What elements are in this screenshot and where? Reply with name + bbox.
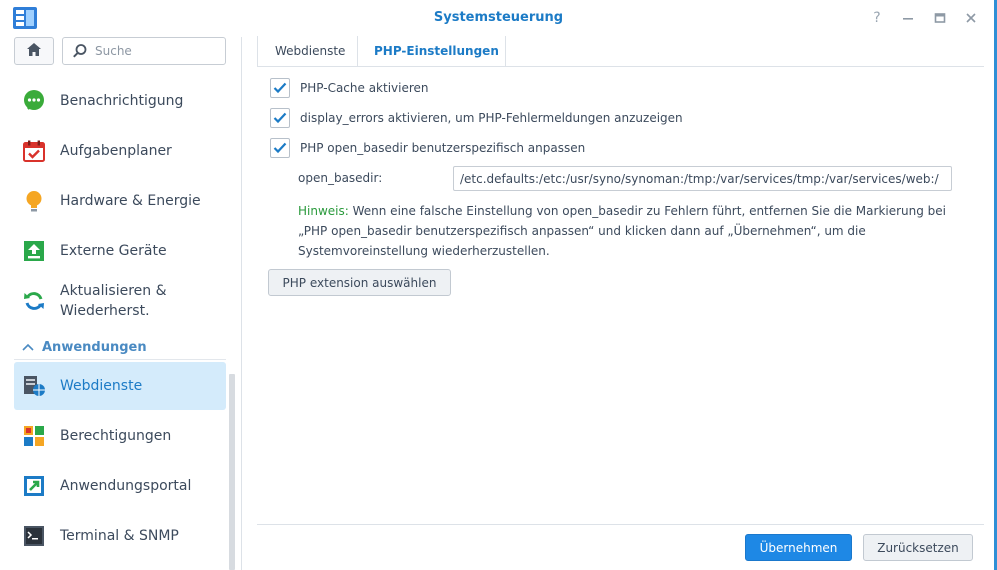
refresh-icon — [22, 289, 46, 313]
footer-divider — [257, 524, 984, 525]
checkmark-icon — [273, 112, 287, 124]
apply-button[interactable]: Übernehmen — [745, 534, 852, 561]
section-header-applications[interactable]: Anwendungen — [14, 335, 226, 360]
sidebar-item-permissions[interactable]: Berechtigungen — [14, 412, 226, 460]
window-title: Systemsteuerung — [433, 10, 564, 25]
hint-label: Hinweis: — [298, 204, 349, 218]
sidebar-item-task-scheduler[interactable]: Aufgabenplaner — [14, 127, 226, 175]
tab-divider — [505, 36, 506, 66]
lightbulb-icon — [22, 189, 46, 213]
permissions-icon — [22, 424, 46, 448]
checkmark-icon — [273, 82, 287, 94]
tab-php-settings[interactable]: PHP-Einstellungen — [374, 36, 499, 66]
sidebar-item-label: Aufgabenplaner — [60, 143, 172, 159]
sidebar-item-label: Externe Geräte — [60, 243, 167, 259]
web-services-icon — [22, 374, 46, 398]
home-icon — [26, 42, 42, 61]
portal-arrow-icon — [22, 474, 46, 498]
tab-divider — [357, 36, 358, 66]
tab-bar: Webdienste PHP-Einstellungen — [257, 36, 984, 67]
sidebar-item-label: Anwendungsportal — [60, 478, 192, 494]
home-button[interactable] — [14, 37, 54, 65]
open-basedir-input[interactable] — [453, 166, 952, 191]
display-errors-checkbox[interactable] — [270, 108, 290, 128]
sidebar-item-notification[interactable]: Benachrichtigung — [14, 77, 226, 125]
tab-webdienste[interactable]: Webdienste — [275, 36, 345, 66]
open-basedir-checkbox[interactable] — [270, 138, 290, 158]
minimize-icon[interactable] — [897, 7, 919, 29]
php-cache-label: PHP-Cache aktivieren — [300, 81, 429, 95]
search-input[interactable] — [93, 41, 222, 61]
sidebar-scrollbar[interactable] — [229, 374, 235, 570]
sidebar-item-label: Aktualisieren & Wiederherst. — [60, 283, 167, 319]
php-cache-checkbox[interactable] — [270, 78, 290, 98]
terminal-icon — [22, 524, 46, 548]
help-icon[interactable]: ? — [866, 7, 888, 29]
title-bar: Systemsteuerung ? — [0, 0, 997, 37]
hint-text: Hinweis: Wenn eine falsche Einstellung v… — [298, 201, 958, 261]
display-errors-label: display_errors aktivieren, um PHP-Fehler… — [300, 111, 683, 125]
sidebar-item-label: Berechtigungen — [60, 428, 172, 444]
sidebar-item-hardware-energy[interactable]: Hardware & Energie — [14, 177, 226, 225]
chat-bubble-icon — [22, 89, 46, 113]
chevron-up-icon — [22, 343, 34, 351]
search-icon — [72, 43, 88, 63]
php-cache-option[interactable]: PHP-Cache aktivieren — [270, 78, 429, 98]
php-extension-button[interactable]: PHP extension auswählen — [268, 269, 451, 296]
reset-button[interactable]: Zurücksetzen — [863, 534, 973, 561]
display-errors-option[interactable]: display_errors aktivieren, um PHP-Fehler… — [270, 108, 683, 128]
sidebar: Benachrichtigung Aufgabenplaner Hardware… — [0, 37, 242, 570]
maximize-icon[interactable] — [929, 7, 951, 29]
open-basedir-option[interactable]: PHP open_basedir benutzerspezifisch anpa… — [270, 138, 585, 158]
calendar-check-icon — [22, 139, 46, 163]
sidebar-item-update-restore[interactable]: Aktualisieren & Wiederherst. — [14, 277, 226, 325]
search-box[interactable] — [62, 37, 226, 65]
sidebar-item-web-services[interactable]: Webdienste — [14, 362, 226, 410]
section-label: Anwendungen — [42, 339, 147, 355]
sidebar-item-terminal-snmp[interactable]: Terminal & SNMP — [14, 512, 226, 560]
checkmark-icon — [273, 142, 287, 154]
sidebar-item-label: Benachrichtigung — [60, 93, 184, 109]
sidebar-item-external-devices[interactable]: Externe Geräte — [14, 227, 226, 275]
hint-body: Wenn eine falsche Einstellung von open_b… — [298, 204, 947, 258]
sidebar-item-application-portal[interactable]: Anwendungsportal — [14, 462, 226, 510]
open-basedir-label: open_basedir: — [298, 171, 383, 185]
upload-arrow-icon — [22, 239, 46, 263]
sidebar-item-label: Hardware & Energie — [60, 193, 201, 209]
sidebar-item-label: Terminal & SNMP — [60, 528, 179, 544]
open-basedir-option-label: PHP open_basedir benutzerspezifisch anpa… — [300, 141, 586, 155]
tab-divider — [257, 36, 258, 66]
close-icon[interactable] — [960, 7, 982, 29]
sidebar-item-label: Webdienste — [60, 378, 143, 394]
